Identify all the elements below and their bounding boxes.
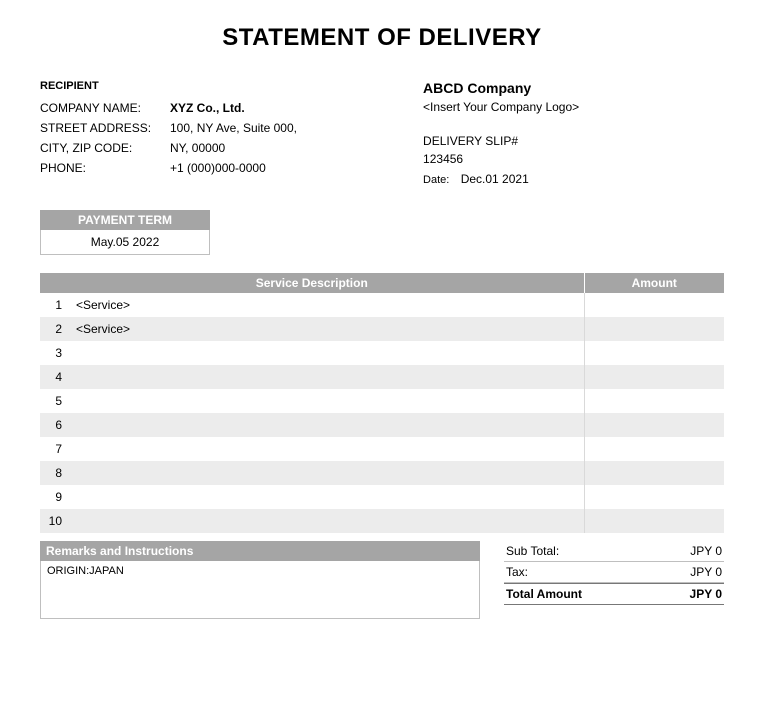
table-row: 7: [40, 437, 724, 461]
row-description: <Service>: [70, 293, 584, 317]
street-address-value: 100, NY Ave, Suite 000,: [170, 118, 396, 138]
row-amount: [584, 341, 724, 365]
table-row: 6: [40, 413, 724, 437]
row-amount: [584, 413, 724, 437]
row-number: 9: [40, 485, 70, 509]
row-number: 8: [40, 461, 70, 485]
table-row: 1<Service>: [40, 293, 724, 317]
company-name-label: COMPANY NAME:: [40, 98, 170, 118]
document-title: STATEMENT OF DELIVERY: [40, 24, 724, 52]
row-description: [70, 461, 584, 485]
row-amount: [584, 317, 724, 341]
delivery-slip-label: DELIVERY SLIP#: [423, 132, 724, 150]
row-amount: [584, 365, 724, 389]
row-number: 6: [40, 413, 70, 437]
phone-label: PHONE:: [40, 158, 170, 178]
tax-label: Tax:: [506, 565, 528, 579]
row-amount: [584, 509, 724, 533]
row-description: [70, 509, 584, 533]
row-amount: [584, 293, 724, 317]
total-amount-value: JPY 0: [690, 587, 722, 601]
service-desc-header: Service Description: [40, 273, 584, 293]
street-address-label: STREET ADDRESS:: [40, 118, 170, 138]
sender-company-name: ABCD Company: [423, 80, 724, 96]
row-description: <Service>: [70, 317, 584, 341]
payment-term-header: PAYMENT TERM: [40, 210, 210, 230]
city-zip-label: CITY, ZIP CODE:: [40, 138, 170, 158]
remarks-body: ORIGIN:JAPAN: [40, 561, 480, 619]
logo-placeholder: <Insert Your Company Logo>: [423, 100, 724, 114]
recipient-block: RECIPIENT COMPANY NAME: XYZ Co., Ltd. ST…: [40, 80, 396, 186]
table-row: 9: [40, 485, 724, 509]
row-number: 10: [40, 509, 70, 533]
remarks-header: Remarks and Instructions: [40, 541, 480, 561]
row-amount: [584, 461, 724, 485]
amount-header: Amount: [584, 273, 724, 293]
row-number: 1: [40, 293, 70, 317]
table-row: 2<Service>: [40, 317, 724, 341]
table-row: 8: [40, 461, 724, 485]
sender-block: ABCD Company <Insert Your Company Logo> …: [423, 80, 724, 186]
row-description: [70, 413, 584, 437]
totals-box: Sub Total: JPY 0 Tax: JPY 0 Total Amount…: [504, 541, 724, 605]
row-description: [70, 341, 584, 365]
table-row: 10: [40, 509, 724, 533]
row-description: [70, 437, 584, 461]
subtotal-label: Sub Total:: [506, 544, 559, 558]
row-description: [70, 365, 584, 389]
payment-term-value: May.05 2022: [40, 230, 210, 255]
row-amount: [584, 389, 724, 413]
row-number: 3: [40, 341, 70, 365]
total-amount-label: Total Amount: [506, 587, 582, 601]
phone-value: +1 (000)000-0000: [170, 158, 396, 178]
row-number: 5: [40, 389, 70, 413]
row-number: 4: [40, 365, 70, 389]
city-zip-value: NY, 00000: [170, 138, 396, 158]
company-name-value: XYZ Co., Ltd.: [170, 98, 396, 118]
row-amount: [584, 437, 724, 461]
tax-value: JPY 0: [690, 565, 722, 579]
row-description: [70, 389, 584, 413]
date-label: Date:: [423, 174, 449, 186]
table-row: 5: [40, 389, 724, 413]
row-amount: [584, 485, 724, 509]
subtotal-value: JPY 0: [690, 544, 722, 558]
payment-term-box: PAYMENT TERM May.05 2022: [40, 210, 210, 255]
delivery-slip-value: 123456: [423, 150, 724, 168]
row-number: 2: [40, 317, 70, 341]
row-number: 7: [40, 437, 70, 461]
table-row: 3: [40, 341, 724, 365]
recipient-section-label: RECIPIENT: [40, 80, 396, 92]
row-description: [70, 485, 584, 509]
table-row: 4: [40, 365, 724, 389]
date-value: Dec.01 2021: [461, 172, 529, 186]
remarks-box: Remarks and Instructions ORIGIN:JAPAN: [40, 541, 480, 619]
service-table: Service Description Amount 1<Service>2<S…: [40, 273, 724, 533]
